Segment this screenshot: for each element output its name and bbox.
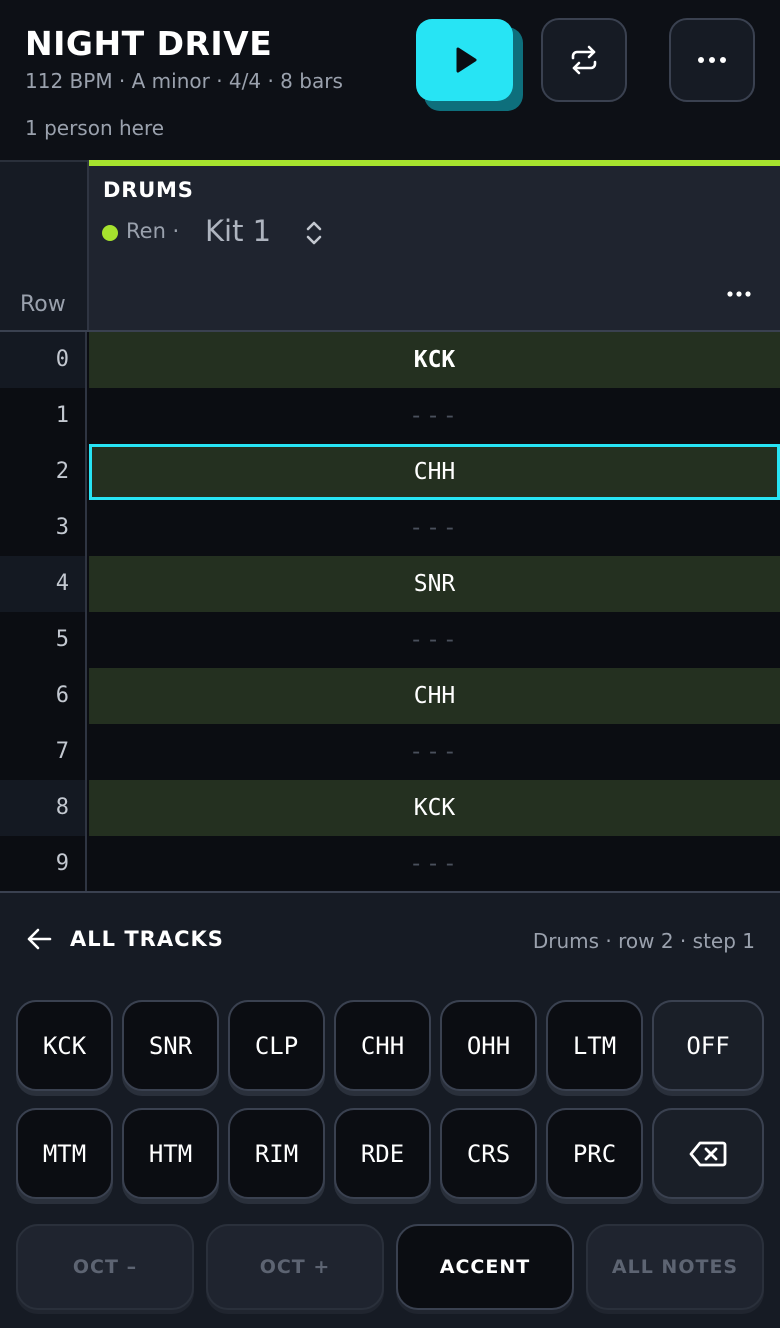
chevron-up-down-icon [306,221,322,245]
grid-cell[interactable]: --- [89,388,780,444]
pad-clp[interactable]: CLP [228,1000,325,1096]
pad-label: MTM [16,1108,113,1199]
pad-off[interactable]: OFF [652,1000,764,1096]
grid-cell[interactable]: --- [89,612,780,668]
project-title: NIGHT DRIVE [25,24,273,63]
pad-label: CLP [228,1000,325,1091]
pad-ohh[interactable]: OHH [440,1000,537,1096]
pad-snr[interactable]: SNR [122,1000,219,1096]
pad-label: OHH [440,1000,537,1091]
grid-cell[interactable]: CHH [89,668,780,724]
play-button[interactable] [416,19,513,101]
grid-row: 7 --- [0,724,780,780]
grid-row: 8 KCK [0,780,780,836]
row-number: 4 [0,556,87,612]
more-options-button[interactable] [669,18,755,102]
grid-cell[interactable]: --- [89,500,780,556]
pad-label: PRC [546,1108,643,1199]
pad-label: OFF [652,1000,764,1091]
loop-button[interactable] [541,18,627,102]
arrow-left-icon [27,928,52,950]
grid-row: 2 CHH [0,444,780,500]
pad-label: KCK [16,1000,113,1091]
octave-up-button[interactable]: OCT + [206,1224,384,1314]
modifier-label: OCT + [206,1224,384,1310]
track-name: DRUMS [103,178,194,202]
pad-label: SNR [122,1000,219,1091]
row-number: 8 [0,780,87,836]
octave-down-button[interactable]: OCT – [16,1224,194,1314]
track-header-drums[interactable]: DRUMS Ren · Kit 1 [87,160,780,330]
row-number: 3 [0,500,87,556]
grid-row: 5 --- [0,612,780,668]
grid-cell[interactable]: --- [89,724,780,780]
backspace-key [652,1108,764,1199]
backspace-icon [689,1141,727,1166]
instrument-selector[interactable] [299,218,329,248]
pad-rim[interactable]: RIM [228,1108,325,1204]
pad-crs[interactable]: CRS [440,1108,537,1204]
pad-kck[interactable]: KCK [16,1000,113,1096]
row-number: 7 [0,724,87,780]
loop-icon [571,45,597,75]
pad-label: RIM [228,1108,325,1199]
row-column-label: Row [20,292,66,317]
all-tracks-back-button[interactable]: ALL TRACKS [26,927,224,951]
grid-row: 9 --- [0,836,780,892]
row-number: 5 [0,612,87,668]
modifier-label: ACCENT [396,1224,574,1310]
track-owner: Ren · [126,219,180,243]
more-icon [698,57,726,63]
row-number: 2 [0,444,87,500]
grid-row: 4 SNR [0,556,780,612]
project-meta: 112 BPM · A minor · 4/4 · 8 bars [25,69,343,93]
grid-cell-selected[interactable]: CHH [89,444,780,500]
pattern-grid: 0 KCK 1 --- 2 CHH 3 --- 4 SNR 5 --- 6 CH… [0,330,780,892]
all-notes-button[interactable]: ALL NOTES [586,1224,764,1314]
grid-cell[interactable]: SNR [89,556,780,612]
pad-rde[interactable]: RDE [334,1108,431,1204]
track-menu-button[interactable] [719,278,759,310]
pad-htm[interactable]: HTM [122,1108,219,1204]
row-number: 0 [0,332,87,388]
instrument-name: Kit 1 [205,214,272,248]
pad-label: CHH [334,1000,431,1091]
pad-label: HTM [122,1108,219,1199]
grid-row: 6 CHH [0,668,780,724]
grid-cell[interactable]: --- [89,836,780,892]
presence-indicator: 1 person here [25,116,165,140]
play-icon [456,47,476,73]
pad-label: CRS [440,1108,537,1199]
pad-prc[interactable]: PRC [546,1108,643,1204]
pad-chh[interactable]: CHH [334,1000,431,1096]
modifier-label: OCT – [16,1224,194,1310]
grid-row: 1 --- [0,388,780,444]
accent-button[interactable]: ACCENT [396,1224,574,1314]
pad-mtm[interactable]: MTM [16,1108,113,1204]
row-number: 1 [0,388,87,444]
backspace-button[interactable] [652,1108,764,1204]
more-icon [727,291,751,297]
row-number: 9 [0,836,87,892]
grid-cell[interactable]: KCK [89,780,780,836]
app-header: NIGHT DRIVE 112 BPM · A minor · 4/4 · 8 … [0,0,780,160]
pad-ltm[interactable]: LTM [546,1000,643,1096]
cursor-position-info: Drums · row 2 · step 1 [532,929,755,953]
row-number: 6 [0,668,87,724]
grid-row: 0 KCK [0,332,780,388]
owner-status-dot [102,225,118,241]
track-color-bar [89,160,780,166]
modifier-label: ALL NOTES [586,1224,764,1310]
grid-cell[interactable]: KCK [89,332,780,388]
grid-row: 3 --- [0,500,780,556]
back-label: ALL TRACKS [70,927,224,951]
pad-label: LTM [546,1000,643,1091]
pad-label: RDE [334,1108,431,1199]
